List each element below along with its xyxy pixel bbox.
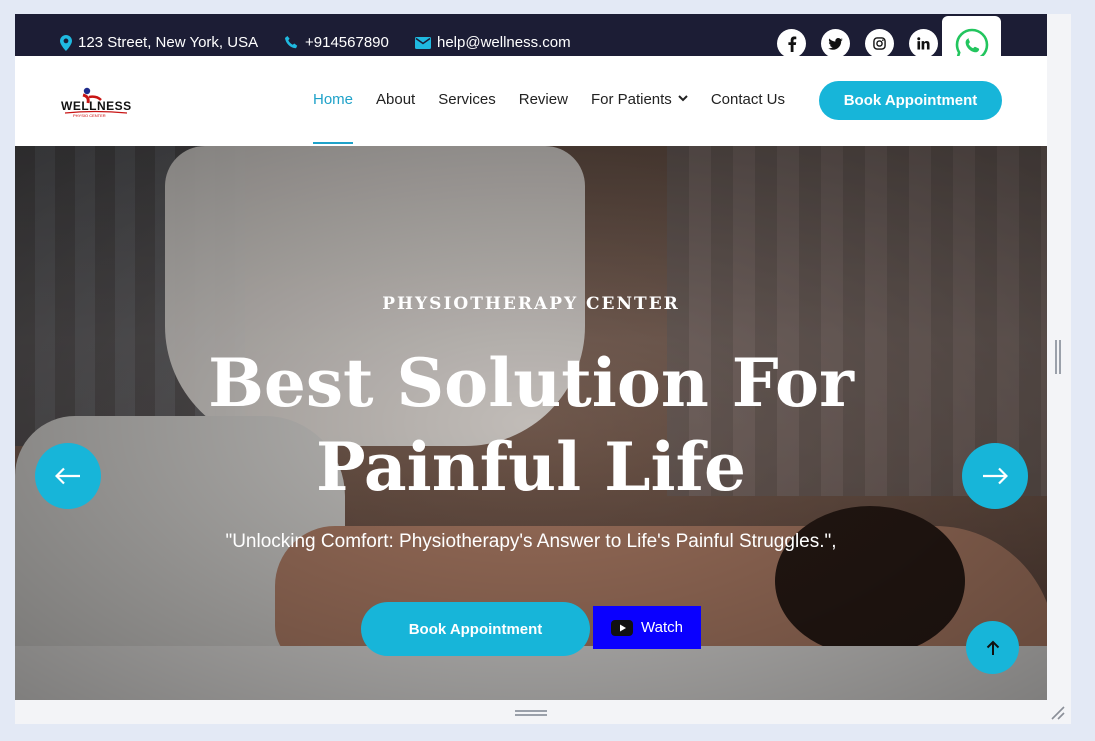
- back-to-top-button[interactable]: [966, 621, 1019, 674]
- chevron-down-icon: [678, 95, 688, 102]
- resize-handle-right-icon[interactable]: [1055, 340, 1061, 374]
- address-info: 123 Street, New York, USA: [60, 34, 258, 51]
- nav-item-home[interactable]: Home: [313, 91, 354, 144]
- book-appointment-hero-button[interactable]: Book Appointment: [361, 602, 590, 656]
- instagram-icon[interactable]: [865, 29, 894, 58]
- phone-text: +914567890: [305, 34, 389, 51]
- location-pin-icon: [60, 34, 72, 51]
- phone-icon: [284, 35, 298, 49]
- hero-headline: Best Solution For Painful Life: [15, 341, 1047, 509]
- hero-slider: PHYSIOTHERAPY CENTER Best Solution For P…: [15, 146, 1047, 700]
- email-info[interactable]: help@wellness.com: [415, 34, 571, 51]
- resize-corner-icon[interactable]: [1049, 704, 1065, 720]
- social-links: [777, 29, 938, 58]
- youtube-play-icon: [611, 619, 634, 636]
- phone-info[interactable]: +914567890: [284, 34, 389, 51]
- hero-eyebrow: PHYSIOTHERAPY CENTER: [382, 294, 680, 314]
- hero-subline: "Unlocking Comfort: Physiotherapy's Answ…: [225, 531, 837, 552]
- nav-item-about[interactable]: About: [376, 91, 415, 108]
- envelope-icon: [415, 36, 431, 49]
- arrow-left-icon: [55, 467, 80, 485]
- page-viewport: 123 Street, New York, USA +914567890 hel…: [15, 14, 1047, 700]
- carousel-prev-button[interactable]: [35, 443, 101, 509]
- arrow-right-icon: [983, 467, 1008, 485]
- facebook-icon[interactable]: [777, 29, 806, 58]
- address-text: 123 Street, New York, USA: [78, 34, 259, 51]
- email-text: help@wellness.com: [437, 34, 571, 51]
- resize-handle-bottom-icon[interactable]: [515, 710, 547, 716]
- book-appointment-nav-button[interactable]: Book Appointment: [819, 81, 1002, 120]
- twitter-icon[interactable]: [821, 29, 850, 58]
- browser-frame: 123 Street, New York, USA +914567890 hel…: [15, 14, 1071, 724]
- nav-item-services[interactable]: Services: [438, 91, 496, 108]
- watch-video-button[interactable]: Watch: [593, 606, 701, 649]
- brand-logo[interactable]: WELLNESS PHYSIO CENTER: [59, 83, 132, 123]
- arrow-up-icon: [986, 640, 999, 655]
- main-navbar: WELLNESS PHYSIO CENTER Home About Servic…: [15, 56, 1047, 146]
- nav-item-review[interactable]: Review: [519, 91, 568, 108]
- top-info-bar: 123 Street, New York, USA +914567890 hel…: [15, 14, 1047, 74]
- hero-headline-line1: Best Solution For: [208, 344, 854, 422]
- logo-text: WELLNESS: [61, 99, 132, 113]
- nav-item-for-patients[interactable]: For Patients: [591, 91, 688, 108]
- logo-subtext: PHYSIO CENTER: [73, 113, 106, 118]
- nav-item-for-patients-label: For Patients: [590, 91, 672, 108]
- carousel-next-button[interactable]: [962, 443, 1028, 509]
- nav-item-contact-us[interactable]: Contact Us: [711, 91, 785, 108]
- watch-label: Watch: [641, 619, 683, 636]
- hero-headline-line2: Painful Life: [316, 428, 746, 506]
- nav-menu: Home About Services Review For Patients …: [313, 91, 808, 144]
- linkedin-icon[interactable]: [909, 29, 938, 58]
